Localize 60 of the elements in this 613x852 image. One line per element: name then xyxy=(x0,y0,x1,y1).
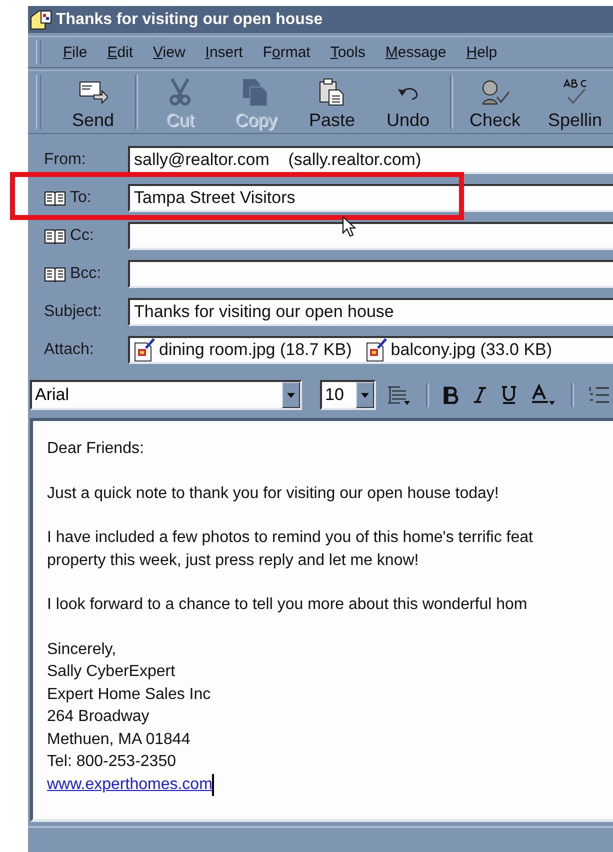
body-text: I look forward to a chance to tell you more about this wonderful hom xyxy=(47,595,528,615)
underline-icon xyxy=(501,385,517,405)
field-label: Attach: xyxy=(44,341,94,359)
website-link[interactable]: www.experthomes.com xyxy=(47,774,214,796)
body-text: Sincerely, xyxy=(47,640,116,660)
field-label: Subject: xyxy=(44,303,102,321)
field-label: To: xyxy=(70,189,92,207)
body-text: Methuen, MA 01844 xyxy=(47,730,190,750)
attachment-name[interactable]: balcony.jpg (33.0 KB) xyxy=(390,340,552,360)
image-file-icon xyxy=(134,338,156,362)
body-text: Dear Friends: xyxy=(47,439,144,459)
input-field[interactable]: sally@realtor.com (sally.realtor.com) xyxy=(128,146,613,174)
bold-icon xyxy=(443,386,459,404)
italic-icon xyxy=(473,386,487,404)
field-label: Bcc: xyxy=(70,265,102,283)
toolbar-button[interactable]: Send xyxy=(55,73,131,131)
field-label: Cc: xyxy=(70,227,94,245)
toolbar-button[interactable]: Undo xyxy=(370,73,446,131)
body-text: property this week, just press reply and let me know! xyxy=(47,550,419,570)
input-field[interactable] xyxy=(128,222,613,250)
window-title: Thanks for visiting our open house xyxy=(56,10,323,28)
image-file-icon xyxy=(366,338,388,362)
body-text: Just a quick note to thank you for visiting our open house today! xyxy=(47,484,499,504)
paragraph-style-icon xyxy=(386,384,412,406)
toolbar-button[interactable]: Check xyxy=(457,73,533,131)
envelope-icon xyxy=(78,78,108,104)
menu-item[interactable]: Tools xyxy=(322,44,378,60)
mail-document-icon xyxy=(30,8,52,30)
menu-item[interactable]: Insert xyxy=(197,44,255,60)
menu-item[interactable]: Message xyxy=(377,44,458,60)
menu-item[interactable]: View xyxy=(145,44,198,60)
body-text: 264 Broadway xyxy=(47,707,150,727)
body-text: I have included a few photos to remind you of this home's terrific feat xyxy=(47,528,533,548)
input-field[interactable]: Tampa Street Visitors xyxy=(128,184,613,212)
menu-item[interactable]: File xyxy=(55,44,100,60)
toolbar-button[interactable]: Paste xyxy=(294,73,370,131)
attachment-name[interactable]: dining room.jpg (18.7 KB) xyxy=(159,340,352,360)
address-book-icon[interactable] xyxy=(44,266,66,282)
attachments-field[interactable]: dining room.jpg (18.7 KB) balcony.jpg (33.0 KB) xyxy=(128,336,613,364)
message-body[interactable] xyxy=(30,418,613,822)
menu-item[interactable]: Edit xyxy=(99,44,146,60)
address-book-icon[interactable] xyxy=(44,228,66,244)
field-label: From: xyxy=(44,151,86,169)
input-field[interactable] xyxy=(128,260,613,288)
body-text: Sally CyberExpert xyxy=(47,662,176,682)
menu-item[interactable]: Format xyxy=(254,44,322,60)
font-color-icon xyxy=(531,384,557,406)
address-book-icon[interactable] xyxy=(44,190,66,206)
dropdown-arrow-icon[interactable] xyxy=(361,392,369,398)
mouse-pointer-icon xyxy=(342,216,356,238)
dropdown-arrow-icon[interactable] xyxy=(287,392,295,398)
toolbar-button[interactable]: Spellin xyxy=(533,73,613,131)
menu-item[interactable]: Help xyxy=(458,44,510,60)
font-size-dropdown[interactable]: 10 xyxy=(320,380,376,410)
font-dropdown[interactable]: Arial xyxy=(30,380,302,410)
clipboard-icon xyxy=(318,78,346,106)
scissors-icon xyxy=(167,78,193,106)
body-text: Expert Home Sales Inc xyxy=(47,684,211,704)
input-field[interactable]: Thanks for visiting our open house xyxy=(128,298,613,326)
body-text: Tel: 800-253-2350 xyxy=(47,752,176,772)
